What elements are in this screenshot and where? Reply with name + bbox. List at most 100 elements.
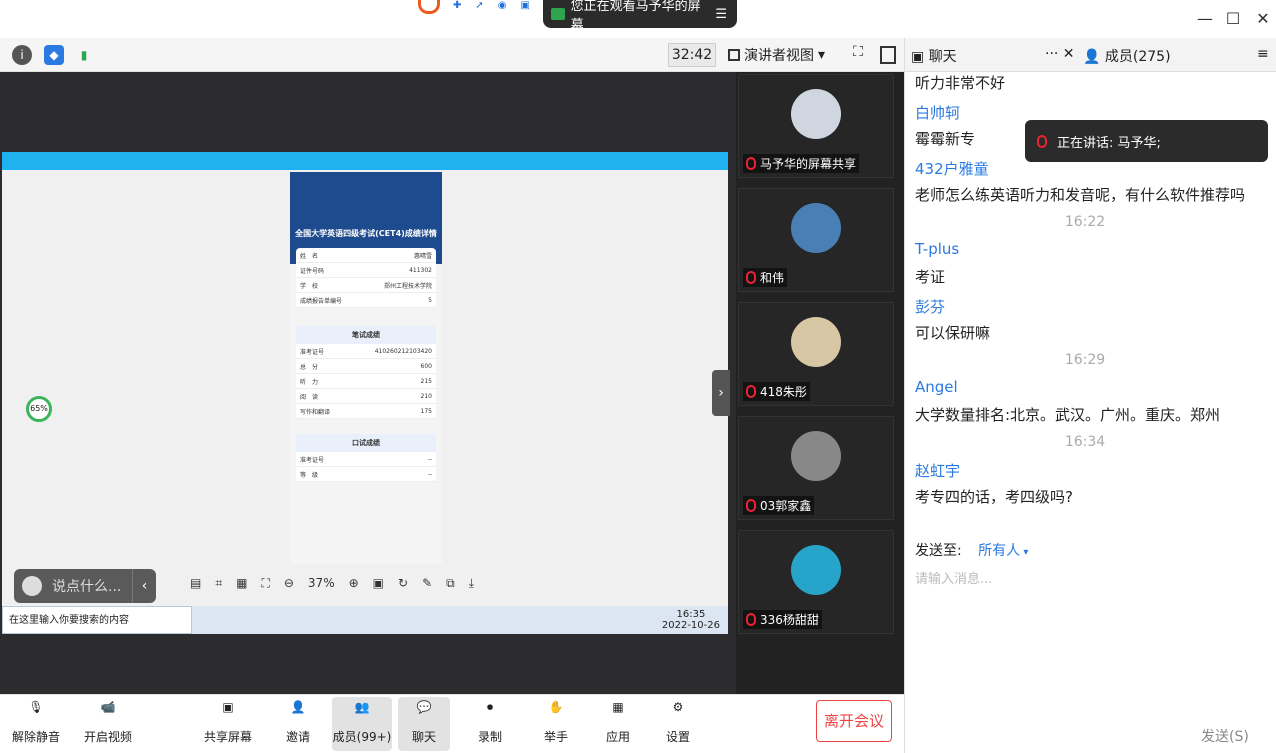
zoom-out-icon[interactable]: ⊖ <box>284 576 294 590</box>
leave-meeting-button[interactable]: 离开会议 <box>816 700 892 742</box>
remote-desktop: 全国大学英语四级考试(CET4)成绩详情 姓 名 惠晴雪 证件号码 411302 学 校… <box>2 152 728 634</box>
participant-label: 马予华的屏幕共享 <box>743 154 860 173</box>
crop-icon[interactable]: ⌗ <box>215 576 222 591</box>
share-label: 共享屏幕 <box>203 730 252 744</box>
participant-tile[interactable]: 和伟 <box>738 188 894 292</box>
bottom-control-bar: 🎙 解除静音 📹 开启视频 ▣ 共享屏幕 👤 邀请 👥 成员(99+) 💬 聊天 ⏺ 录制 ✋… <box>0 694 904 753</box>
menu-icon[interactable]: ≡ <box>1257 46 1269 62</box>
fullscreen-icon[interactable]: ⛶ <box>848 44 868 64</box>
participant-tile[interactable]: 418朱彤 <box>738 302 894 406</box>
participant-label: 418朱彤 <box>743 382 810 401</box>
timestamp: 16:34 <box>1064 434 1106 450</box>
zoom-in-icon[interactable]: ⊕ <box>349 576 359 590</box>
collapse-gallery-button[interactable]: › <box>712 370 730 416</box>
row-value: -- <box>427 455 432 463</box>
raise-hand-button[interactable]: ✋ 举手 <box>530 697 582 751</box>
maximize-button[interactable]: ☐ <box>1222 8 1244 30</box>
ocr-icon[interactable]: ▦ <box>236 576 247 590</box>
muted-mic-icon <box>746 157 756 170</box>
chat-tabs: ▣ 聊天 ··· ✕ 👤 成员(275) ≡ <box>905 38 1276 72</box>
muted-mic-icon <box>746 385 756 398</box>
record-button[interactable]: ⏺ 录制 <box>464 697 516 751</box>
sender-name[interactable]: Angel <box>915 378 1255 396</box>
crop-tool-icon[interactable]: ⧉ <box>446 576 455 591</box>
menu-icon[interactable]: ☰ <box>715 7 727 22</box>
invite-button[interactable]: 👤 邀请 <box>272 697 324 751</box>
minimize-button[interactable]: — <box>1194 8 1216 30</box>
close-button[interactable]: ✕ <box>1252 8 1274 30</box>
sender-name[interactable]: 赵虹宇 <box>915 460 1255 481</box>
sender-name[interactable]: 彭芬 <box>915 296 1255 317</box>
more-icon[interactable]: ··· ✕ <box>1045 46 1075 62</box>
message-text: 老师怎么练英语听力和发音呢，有什么软件推荐吗 <box>915 186 1246 204</box>
signal-icon[interactable]: ▮ <box>74 45 94 65</box>
sidebar-toggle-icon[interactable] <box>880 46 896 64</box>
tab-chat[interactable]: ▣ 聊天 <box>911 46 957 66</box>
message-input[interactable]: 请输入消息... <box>915 568 992 587</box>
sender-name[interactable]: T-plus <box>915 240 1255 258</box>
muted-mic-icon: 🎙 <box>28 700 44 714</box>
gear-icon: ⚙ <box>672 700 684 714</box>
members-button[interactable]: 👥 成员(99+) <box>332 697 392 751</box>
chevron-down-icon: ▾ <box>818 47 826 63</box>
apps-button[interactable]: ▦ 应用 <box>592 697 644 751</box>
info-icon[interactable]: i <box>12 45 32 65</box>
send-to-value[interactable]: 所有人 <box>978 543 1020 559</box>
row-key: 总 分 <box>300 363 319 371</box>
row-key: 姓 名 <box>300 252 319 260</box>
settings-button[interactable]: ⚙ 设置 <box>652 697 704 751</box>
taskbar-search[interactable]: 在这里输入你要搜索的内容 <box>2 606 192 634</box>
card-title: 口试成绩 <box>296 434 436 452</box>
apps-label: 应用 <box>605 730 630 744</box>
chat-button[interactable]: 💬 聊天 <box>398 697 450 751</box>
actual-size-icon[interactable]: ▣ <box>373 576 384 590</box>
windows-taskbar: 在这里输入你要搜索的内容 16:35 2022-10-26 <box>2 606 728 634</box>
row-key: 证件号码 <box>300 267 325 275</box>
shared-screen-area: 全国大学英语四级考试(CET4)成绩详情 姓 名 惠晴雪 证件号码 411302 学 校… <box>0 72 736 694</box>
participant-tile[interactable]: 马予华的屏幕共享 <box>738 74 894 178</box>
muted-mic-icon <box>746 499 756 512</box>
view-mode-button[interactable]: 演讲者视图 ▾ <box>728 43 838 67</box>
rotate-icon[interactable]: ↻ <box>398 576 408 590</box>
message-text: 考证 <box>915 268 946 286</box>
row-value: 175 <box>420 407 432 415</box>
tab-members[interactable]: 👤 成员(275) <box>1083 46 1171 66</box>
chevron-left-icon[interactable]: ‹ <box>132 569 156 603</box>
send-button[interactable]: 发送(S) <box>1201 726 1249 746</box>
participant-tile[interactable]: 03郭家鑫 <box>738 416 894 520</box>
share-screen-icon: ▣ <box>222 700 234 714</box>
viewing-banner[interactable]: 您正在观看马予华的屏幕 ☰ <box>543 0 737 33</box>
image-viewer-toolbar[interactable]: ▤ ⌗ ▦ ⛶ ⊖ 37% ⊕ ▣ ↻ ✎ ⧉ ⤓ <box>190 568 570 598</box>
send-to[interactable]: 发送至: 所有人 ▾ <box>915 540 1028 560</box>
score-row: 准考证号 410260212103420 <box>296 344 436 359</box>
say-something-box[interactable]: 说点什么... ‹ <box>14 569 156 603</box>
unmute-button[interactable]: 🎙 解除静音 <box>10 697 62 751</box>
download-icon[interactable]: ⤓ <box>469 576 474 591</box>
participant-label: 和伟 <box>743 268 788 287</box>
participant-name: 03郭家鑫 <box>760 499 812 513</box>
card-title: 笔试成绩 <box>296 326 436 344</box>
screen-share-icon <box>551 8 565 20</box>
participant-name: 336杨甜甜 <box>760 613 819 627</box>
score-row: 写作和翻译 175 <box>296 404 436 419</box>
share-screen-button[interactable]: ▣ 共享屏幕 <box>202 697 254 751</box>
send-to-label: 发送至: <box>915 543 962 559</box>
score-row: 学 校 郑州工程技术学院 <box>296 278 436 293</box>
fit-icon[interactable]: ⛶ <box>261 576 269 591</box>
layout-icon[interactable]: ▤ <box>190 576 201 590</box>
row-key: 准考证号 <box>300 348 325 356</box>
shield-icon[interactable]: ◆ <box>44 45 64 65</box>
start-video-button[interactable]: 📹 开启视频 <box>82 697 134 751</box>
emoji-icon[interactable] <box>22 576 42 596</box>
taskbar-clock: 16:35 2022-10-26 <box>662 609 720 631</box>
score-row: 准考证号 -- <box>296 452 436 467</box>
tab-members-label: 成员(275) <box>1104 49 1171 65</box>
edit-icon[interactable]: ✎ <box>422 576 432 590</box>
row-value: 411302 <box>409 266 432 274</box>
row-value: -- <box>427 470 432 478</box>
share-controls[interactable]: ✚ ➚ ◉ ▣ <box>453 0 543 11</box>
written-score-card: 笔试成绩 准考证号 410260212103420 总 分 600 听 力 215 阅 读 21… <box>296 326 436 419</box>
hand-icon: ✋ <box>548 700 564 714</box>
participant-name: 马予华的屏幕共享 <box>760 157 857 171</box>
participant-tile[interactable]: 336杨甜甜 <box>738 530 894 634</box>
